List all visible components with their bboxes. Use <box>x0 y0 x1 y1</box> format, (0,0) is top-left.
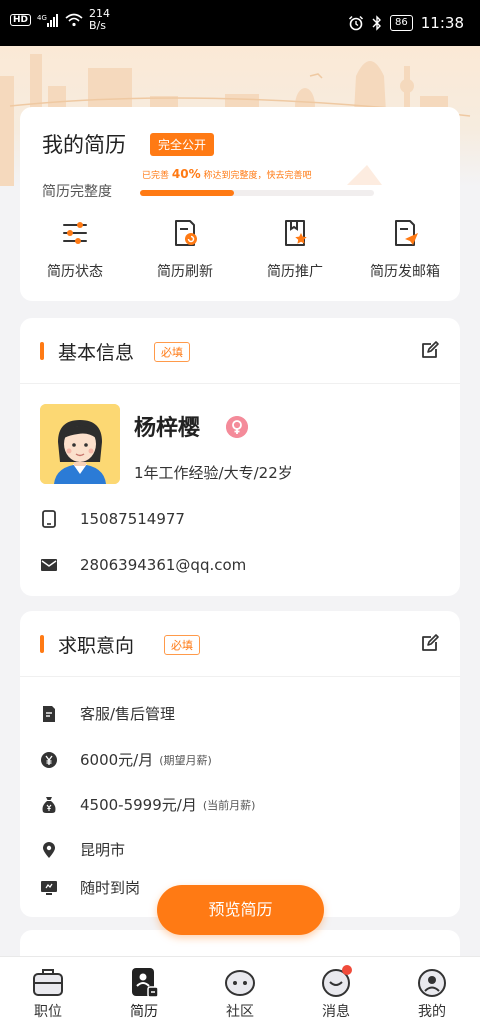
current-salary-text: 4500-5999元/月 <box>80 796 197 814</box>
city-row: 昆明市 <box>40 839 125 860</box>
refresh-document-icon <box>175 220 197 246</box>
document-icon <box>43 705 55 722</box>
resume-title: 我的简历 <box>42 133 126 157</box>
edit-icon[interactable] <box>420 633 440 653</box>
user-name: 杨梓樱 <box>134 416 201 441</box>
progress-tip: 已完善 40% 称达到完整度，快去完善吧 <box>142 164 382 186</box>
battery-indicator: 86 <box>390 15 413 31</box>
position-text: 客服/售后管理 <box>80 705 176 723</box>
wifi-icon <box>65 13 83 27</box>
job-intent-title: 求职意向 <box>58 635 135 657</box>
mail-icon <box>41 559 57 571</box>
resume-status-action[interactable]: 简历状态 <box>20 217 130 281</box>
basic-info-card: 基本信息 必填 杨梓樱 1年工作经验/大专/22岁 15087514977 28… <box>20 318 460 596</box>
required-badge: 必填 <box>164 635 200 655</box>
signal-icon: 4G <box>37 14 59 27</box>
expected-salary-row: 6000元/月 (期望月薪) <box>40 749 212 770</box>
section-accent-bar <box>40 635 44 653</box>
progress-tip-text: 已完善 40% 称达到完整度，快去完善吧 <box>142 167 312 181</box>
tab-messages[interactable]: 消息 <box>288 957 384 1026</box>
tab-resume-label: 简历 <box>130 1004 158 1020</box>
profile-icon <box>418 969 446 997</box>
city-text: 昆明市 <box>80 841 126 859</box>
progress-tip-suffix: 称达到完整度，快去完善吧 <box>203 171 312 181</box>
resume-email-action[interactable]: 简历发邮箱 <box>350 217 460 281</box>
resume-icon <box>132 968 159 998</box>
bottom-tab-bar: 职位 简历 社区 消息 我的 <box>0 956 480 1026</box>
send-document-icon <box>395 220 418 246</box>
completeness-progress-fill <box>140 190 234 196</box>
edit-icon[interactable] <box>420 340 440 360</box>
status-bar: HD 4G 214 B/s 86 11:38 <box>0 0 480 46</box>
location-pin-icon <box>43 841 55 858</box>
resume-promote-label: 简历推广 <box>267 264 323 280</box>
resume-promote-action[interactable]: 简历推广 <box>240 217 350 281</box>
job-intent-card: 求职意向 必填 客服/售后管理 6000元/月 (期望月薪) 4500-5999… <box>20 611 460 917</box>
completeness-label: 简历完整度 <box>42 184 112 200</box>
position-row: 客服/售后管理 <box>40 703 175 724</box>
tab-jobs-label: 职位 <box>34 1004 62 1020</box>
sliders-icon <box>63 222 87 244</box>
female-icon <box>226 416 248 438</box>
resume-refresh-action[interactable]: 简历刷新 <box>130 217 240 281</box>
basic-info-title: 基本信息 <box>58 342 135 364</box>
job-intent-header: 求职意向 必填 <box>20 611 460 677</box>
section-accent-bar <box>40 342 44 360</box>
user-summary: 1年工作经验/大专/22岁 <box>134 464 293 482</box>
svg-text:4G: 4G <box>37 14 47 22</box>
phone-row: 15087514977 <box>40 510 185 528</box>
alarm-icon <box>349 15 364 31</box>
avatar[interactable] <box>40 404 120 484</box>
expected-salary-note: (期望月薪) <box>159 753 212 767</box>
tab-profile[interactable]: 我的 <box>384 957 480 1026</box>
current-salary-row: 4500-5999元/月 (当前月薪) <box>40 794 255 815</box>
email-address: 2806394361@qq.com <box>80 556 247 574</box>
tab-community-label: 社区 <box>226 1004 254 1020</box>
promote-document-icon <box>285 220 307 246</box>
required-badge: 必填 <box>154 342 190 362</box>
status-left: HD 4G 214 B/s <box>10 8 110 32</box>
bluetooth-icon <box>372 15 382 31</box>
phone-icon <box>42 510 56 528</box>
resume-summary-card: 我的简历 完全公开 简历完整度 已完善 40% 称达到完整度，快去完善吧 简历状… <box>20 107 460 301</box>
chat-bubbles-icon <box>225 970 255 996</box>
preview-resume-button[interactable]: 预览简历 <box>157 885 324 935</box>
net-speed: 214 B/s <box>89 8 110 32</box>
resume-status-label: 简历状态 <box>47 264 103 280</box>
resume-refresh-label: 简历刷新 <box>157 264 213 280</box>
basic-info-header: 基本信息 必填 <box>20 318 460 384</box>
clock: 11:38 <box>420 14 464 32</box>
resume-quick-actions: 简历状态 简历刷新 简历推广 简历发邮箱 <box>20 217 460 281</box>
yen-icon <box>41 751 57 768</box>
hd-badge: HD <box>10 14 32 26</box>
tab-profile-label: 我的 <box>418 1004 446 1020</box>
net-speed-unit: B/s <box>89 19 106 32</box>
visibility-badge[interactable]: 完全公开 <box>150 133 215 156</box>
current-salary-note: (当前月薪) <box>202 798 256 812</box>
tab-jobs[interactable]: 职位 <box>0 957 96 1026</box>
status-right: 86 11:38 <box>348 14 464 32</box>
avatar-illustration <box>40 404 120 484</box>
progress-tip-prefix: 已完善 <box>142 171 170 181</box>
notification-dot <box>342 965 352 975</box>
phone-number: 15087514977 <box>80 510 185 528</box>
tab-messages-label: 消息 <box>322 1004 350 1020</box>
briefcase-icon <box>33 969 63 996</box>
availability-row: 随时到岗 <box>40 877 140 898</box>
resume-email-label: 简历发邮箱 <box>370 264 440 280</box>
money-bag-icon <box>42 796 56 813</box>
email-row: 2806394361@qq.com <box>40 556 246 574</box>
progress-tip-percent: 40% <box>171 167 201 181</box>
tab-community[interactable]: 社区 <box>192 957 288 1026</box>
tab-resume[interactable]: 简历 <box>96 957 192 1026</box>
monitor-icon <box>41 880 57 895</box>
completeness-progress-bar <box>140 190 374 196</box>
expected-salary-text: 6000元/月 <box>80 751 154 769</box>
availability-text: 随时到岗 <box>80 879 141 897</box>
